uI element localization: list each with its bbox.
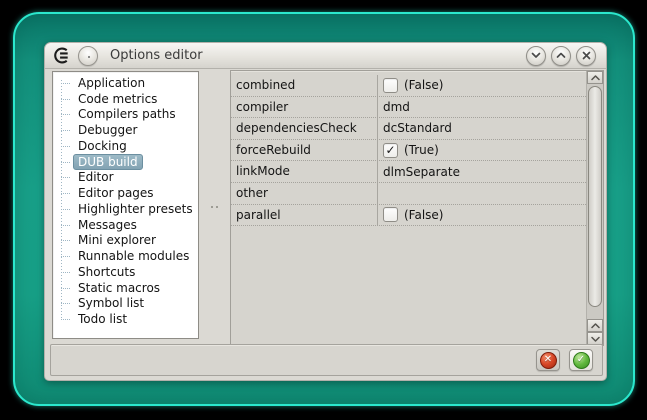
sidebar-item-static-macros[interactable]: Static macros xyxy=(53,280,198,296)
footer-bar: ✕ ✓ xyxy=(50,344,603,376)
chevron-down-icon xyxy=(531,52,541,58)
parallel-checkbox[interactable] xyxy=(383,207,398,223)
sidebar-item-dub-build[interactable]: DUB build xyxy=(53,153,198,170)
property-grid: combined (False) compiler dmd dependenci… xyxy=(230,70,604,346)
property-row-dependenciescheck: dependenciesCheck dcStandard xyxy=(231,118,586,140)
sidebar-item-compilers-paths[interactable]: Compilers paths xyxy=(53,107,198,123)
chevron-up-icon xyxy=(590,74,600,80)
property-row-compiler: compiler dmd xyxy=(231,96,586,119)
sidebar-item-editor[interactable]: Editor xyxy=(53,170,198,186)
close-icon xyxy=(582,51,590,60)
close-button[interactable] xyxy=(576,45,596,66)
combined-checkbox[interactable] xyxy=(383,77,398,93)
category-list: Application Code metrics Compilers paths… xyxy=(52,71,199,339)
sidebar-item-debugger[interactable]: Debugger xyxy=(53,122,198,138)
splitter-grip-icon xyxy=(211,206,218,208)
sidebar-item-symbol-list[interactable]: Symbol list xyxy=(53,296,198,312)
forcerebuild-checkbox[interactable]: ✓ xyxy=(383,142,398,158)
chevron-down-icon xyxy=(590,336,600,342)
maximize-button[interactable] xyxy=(551,45,571,66)
property-name[interactable]: forceRebuild xyxy=(231,139,378,161)
property-row-combined: combined (False) xyxy=(231,75,586,97)
coedit-app-icon xyxy=(54,47,68,64)
property-name[interactable]: parallel xyxy=(231,204,378,226)
property-name[interactable]: compiler xyxy=(231,96,378,118)
vertical-scrollbar xyxy=(586,71,603,345)
property-row-forcerebuild: forceRebuild ✓ (True) xyxy=(231,139,586,162)
sidebar-item-application[interactable]: Application xyxy=(53,75,198,91)
property-row-parallel: parallel (False) xyxy=(231,204,586,227)
cancel-button[interactable]: ✕ xyxy=(536,349,560,371)
splitter[interactable] xyxy=(199,70,230,346)
property-value[interactable]: dmd xyxy=(383,100,410,114)
desktop-background: Options editor Application Code metrics … xyxy=(13,12,635,406)
cancel-icon: ✕ xyxy=(539,351,557,369)
sidebar-item-code-metrics[interactable]: Code metrics xyxy=(53,91,198,107)
scrollbar-thumb[interactable] xyxy=(588,86,602,307)
property-row-linkmode: linkMode dlmSeparate xyxy=(231,161,586,183)
window-title: Options editor xyxy=(110,48,203,63)
property-value: (False) xyxy=(404,78,444,93)
scroll-up-button-bottom[interactable] xyxy=(587,319,603,332)
minimize-button[interactable] xyxy=(526,45,546,66)
sidebar-item-docking[interactable]: Docking xyxy=(53,138,198,154)
sidebar-item-highlighter-presets[interactable]: Highlighter presets xyxy=(53,201,198,217)
chevron-up-icon xyxy=(556,52,566,58)
property-name[interactable]: linkMode xyxy=(231,161,378,182)
property-name[interactable]: other xyxy=(231,182,378,204)
sidebar-item-runnable-modules[interactable]: Runnable modules xyxy=(53,248,198,264)
sidebar-item-messages[interactable]: Messages xyxy=(53,217,198,233)
property-name[interactable]: combined xyxy=(231,75,378,96)
options-editor-window: Options editor Application Code metrics … xyxy=(44,42,607,381)
sidebar-item-todo-list[interactable]: Todo list xyxy=(53,311,198,327)
property-value: (True) xyxy=(404,143,439,158)
sidebar-item-mini-explorer[interactable]: Mini explorer xyxy=(53,233,198,249)
accept-icon: ✓ xyxy=(572,351,590,369)
window-menu-button[interactable] xyxy=(78,45,98,66)
property-name[interactable]: dependenciesCheck xyxy=(231,118,378,139)
property-row-other: other xyxy=(231,182,586,205)
chevron-up-icon xyxy=(590,322,600,328)
scroll-up-button[interactable] xyxy=(587,71,603,84)
accept-button[interactable]: ✓ xyxy=(569,349,593,371)
sidebar-item-shortcuts[interactable]: Shortcuts xyxy=(53,264,198,280)
property-value: (False) xyxy=(404,207,444,222)
scrollbar-track[interactable] xyxy=(587,84,603,319)
sidebar-item-editor-pages[interactable]: Editor pages xyxy=(53,185,198,201)
property-value[interactable]: dlmSeparate xyxy=(383,165,460,179)
titlebar[interactable]: Options editor xyxy=(45,43,606,69)
property-value[interactable]: dcStandard xyxy=(383,121,452,135)
